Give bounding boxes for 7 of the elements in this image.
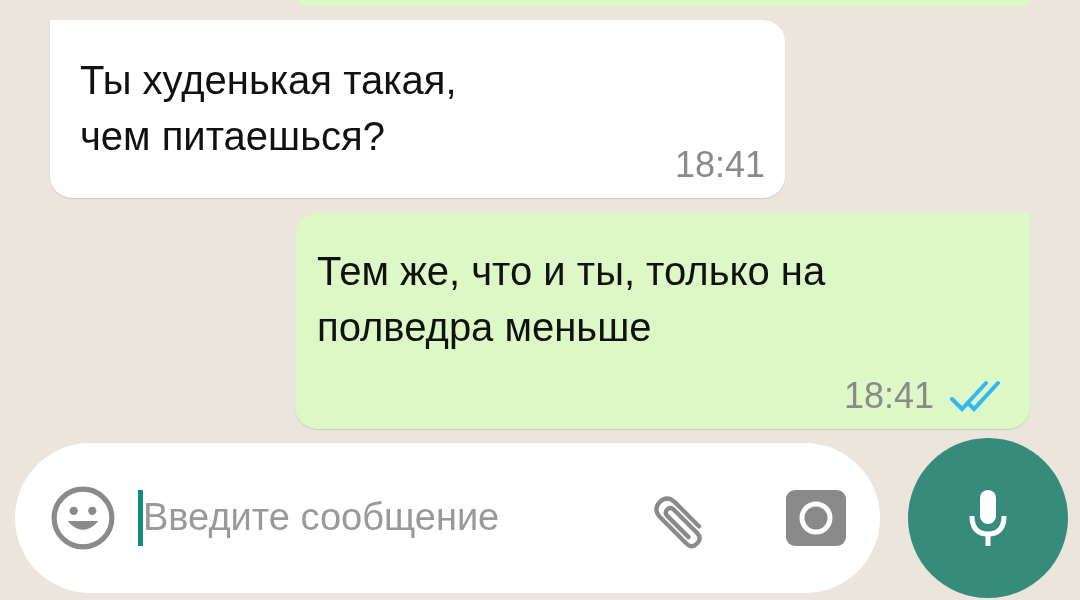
smiley-icon[interactable]: [50, 484, 116, 551]
message-time: 18:41: [843, 375, 934, 417]
message-time: 18:41: [674, 144, 765, 186]
microphone-icon: [968, 487, 1008, 548]
message-text: Тем же, что и ты, только на полведра меньше: [317, 248, 827, 351]
message-input-field[interactable]: Введите сообщение: [143, 496, 636, 539]
text-cursor: [138, 489, 143, 546]
